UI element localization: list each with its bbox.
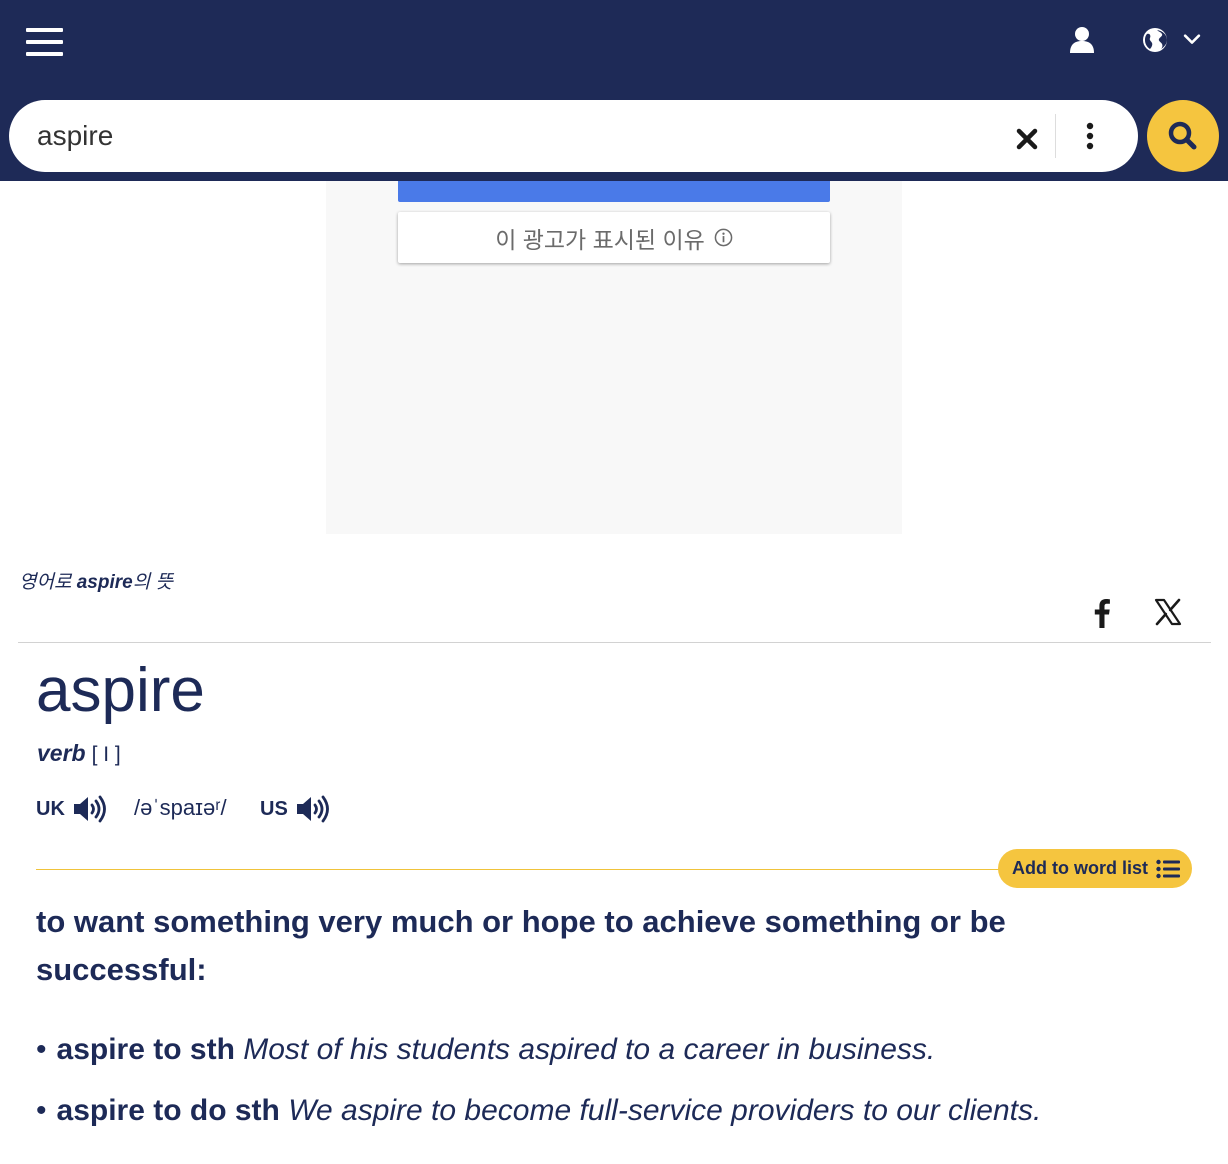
language-selector[interactable] <box>1141 26 1203 54</box>
example-item: • aspire to sth Most of his students aspi… <box>36 1033 936 1066</box>
uk-label: UK <box>36 797 65 820</box>
section-divider <box>18 642 1211 643</box>
chevron-down-icon <box>1183 34 1201 44</box>
ipa-transcription: /əˈspaɪəʳ/ <box>134 795 227 820</box>
example-phrase: aspire to do sth <box>56 1094 280 1127</box>
list-icon <box>1156 859 1180 878</box>
part-of-speech: verb <box>37 740 86 766</box>
add-to-word-list-button[interactable]: Add to word list <box>998 849 1192 888</box>
us-label: US <box>260 797 288 820</box>
speaker-icon[interactable] <box>294 794 330 824</box>
example-sentence: Most of his students aspired to a career… <box>243 1033 936 1066</box>
search-bar <box>0 91 1228 181</box>
uk-pronunciation: UK <box>36 794 107 824</box>
example-sentence: We aspire to become full-service provide… <box>288 1094 1042 1127</box>
headword: aspire <box>36 656 205 725</box>
advertisement: 이 광고가 표시된 이유 <box>326 181 902 534</box>
meaning-word: aspire <box>76 572 133 593</box>
meaning-suffix: 의 뜻 <box>132 572 173 593</box>
meaning-heading: 영어로 aspire의 뜻 <box>19 567 173 594</box>
ad-report-button[interactable] <box>398 181 830 202</box>
search-field <box>9 100 1138 172</box>
hamburger-menu-icon[interactable] <box>26 28 63 56</box>
search-button[interactable] <box>1147 100 1219 172</box>
part-of-speech-line: verb[ I ] <box>37 740 121 767</box>
us-pronunciation: US <box>260 794 330 824</box>
ad-why-button[interactable]: 이 광고가 표시된 이유 <box>398 212 830 263</box>
grammar-code: [ I ] <box>91 743 121 766</box>
speaker-icon[interactable] <box>71 794 107 824</box>
example-item: • aspire to do sth We aspire to become fu… <box>36 1094 1042 1127</box>
globe-icon <box>1143 28 1167 52</box>
user-icon[interactable] <box>1069 26 1095 54</box>
search-field-divider <box>1055 114 1056 158</box>
top-navbar <box>0 0 1228 91</box>
x-twitter-icon[interactable] <box>1154 598 1182 626</box>
sense-divider <box>36 869 1036 870</box>
example-phrase: aspire to sth <box>56 1033 235 1066</box>
info-icon <box>714 228 733 247</box>
close-icon[interactable] <box>1012 124 1042 154</box>
meaning-prefix: 영어로 <box>19 572 77 593</box>
vertical-dots-icon[interactable] <box>1079 120 1101 152</box>
search-input[interactable] <box>37 116 977 156</box>
add-to-word-list-label: Add to word list <box>1012 858 1148 878</box>
definition-text: to want something very much or hope to a… <box>36 904 1006 987</box>
facebook-icon[interactable] <box>1089 597 1115 629</box>
search-icon <box>1168 121 1197 150</box>
ad-why-label: 이 광고가 표시된 이유 <box>495 226 705 253</box>
